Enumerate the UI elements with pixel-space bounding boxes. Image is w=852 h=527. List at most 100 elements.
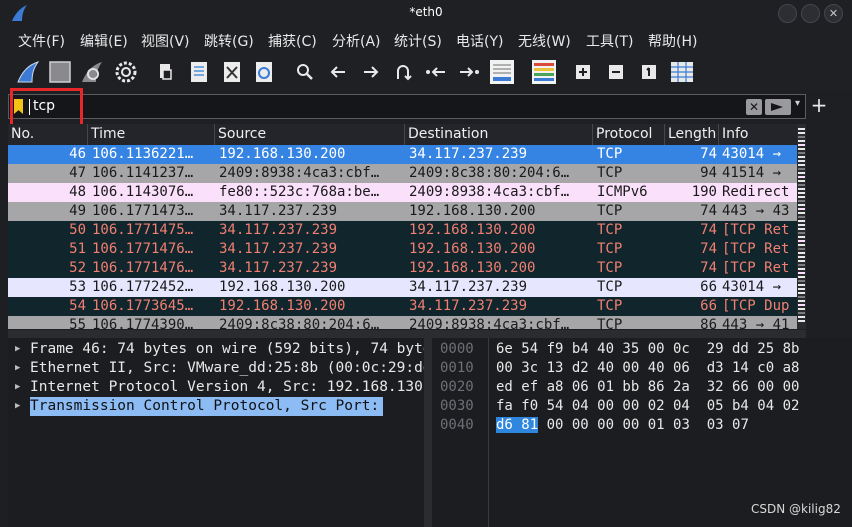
add-filter-button[interactable]: + bbox=[810, 93, 828, 117]
packet-cell-len: 74 bbox=[700, 146, 717, 162]
menu-view[interactable]: 视图(V) bbox=[141, 31, 190, 51]
reload-icon[interactable] bbox=[250, 58, 278, 86]
menu-capture[interactable]: 捕获(C) bbox=[268, 31, 317, 51]
packet-cell-time: 106.1771476… bbox=[92, 241, 194, 257]
packet-cell-no: 53 bbox=[69, 279, 86, 295]
column-header-info[interactable]: Info bbox=[719, 124, 806, 145]
expand-arrow-icon[interactable]: ▶ bbox=[15, 378, 20, 397]
column-header-no[interactable]: No. bbox=[8, 124, 88, 145]
filter-bookmark-icon[interactable] bbox=[14, 99, 23, 114]
display-filter-bar[interactable]: tcp ✕ ▾ bbox=[8, 94, 806, 119]
byte-row[interactable]: 0030 fa f0 54 04 00 00 02 04 05 b4 04 02 bbox=[432, 397, 852, 416]
column-header-source[interactable]: Source bbox=[215, 124, 405, 145]
packet-row[interactable]: 49 106.1771473… 34.117.237.239 192.168.130.… bbox=[8, 202, 806, 221]
pane-splitter-horizontal[interactable] bbox=[8, 330, 806, 338]
save-file-icon[interactable] bbox=[185, 58, 213, 86]
display-filter-input[interactable]: tcp bbox=[33, 98, 55, 114]
packet-cell-proto: TCP bbox=[597, 165, 623, 181]
scrollbar-minimap-stripe bbox=[798, 204, 805, 206]
filter-history-dropdown-icon[interactable]: ▾ bbox=[795, 98, 800, 109]
packet-cell-dst: 34.117.237.239 bbox=[409, 146, 528, 162]
column-header-destination[interactable]: Destination bbox=[405, 124, 593, 145]
scrollbar-minimap-stripe bbox=[798, 320, 805, 322]
menu-tools[interactable]: 工具(T) bbox=[586, 31, 633, 51]
colorize-icon[interactable] bbox=[530, 58, 558, 86]
menu-edit[interactable]: 编辑(E) bbox=[80, 31, 128, 51]
byte-row[interactable]: 0000 6e 54 f9 b4 40 35 00 0c 29 dd 25 8b bbox=[432, 340, 852, 359]
zoom-out-icon[interactable] bbox=[602, 58, 630, 86]
clear-filter-button[interactable]: ✕ bbox=[746, 99, 762, 115]
scrollbar-minimap-stripe bbox=[798, 308, 805, 310]
byte-row[interactable]: 0010 00 3c 13 d2 40 00 40 06 d3 14 c0 a8 bbox=[432, 359, 852, 378]
packet-row[interactable]: 52 106.1771476… 34.117.237.239 192.168.130.… bbox=[8, 259, 806, 278]
zoom-in-icon[interactable] bbox=[569, 58, 597, 86]
auto-scroll-icon[interactable] bbox=[488, 58, 516, 86]
packet-row[interactable]: 46 106.1136221… 192.168.130.200 34.117.237.… bbox=[8, 145, 806, 164]
detail-row-text: Transmission Control Protocol, Src Port: bbox=[30, 397, 384, 416]
pane-splitter-vertical[interactable] bbox=[424, 338, 432, 527]
detail-row-ethernet[interactable]: ▶ Ethernet II, Src: VMware_dd:25:8b (00:… bbox=[8, 359, 424, 378]
first-packet-icon[interactable] bbox=[422, 58, 450, 86]
byte-row[interactable]: 0040 d6 81 00 00 00 00 01 03 03 07 bbox=[432, 416, 852, 435]
apply-filter-button[interactable] bbox=[765, 99, 791, 115]
packet-list[interactable]: No. Time Source Destination Protocol Len… bbox=[8, 124, 806, 329]
scrollbar-minimap-stripe bbox=[798, 200, 805, 202]
byte-hex-highlight: d6 81 bbox=[496, 417, 539, 433]
resize-columns-icon[interactable] bbox=[668, 58, 696, 86]
column-header-length[interactable]: Length bbox=[665, 124, 719, 145]
open-file-icon[interactable] bbox=[152, 58, 180, 86]
last-packet-icon[interactable] bbox=[455, 58, 483, 86]
packet-row[interactable]: 47 106.1141237… 2409:8938:4ca3:cbf… 2409:8c… bbox=[8, 164, 806, 183]
detail-row-ipv4[interactable]: ▶ Internet Protocol Version 4, Src: 192.… bbox=[8, 378, 424, 397]
menu-telephony[interactable]: 电话(Y) bbox=[456, 31, 503, 51]
detail-row-frame[interactable]: ▶ Frame 46: 74 bytes on wire (592 bits),… bbox=[8, 340, 424, 359]
scrollbar-minimap-stripe bbox=[798, 152, 805, 154]
search-icon[interactable] bbox=[291, 58, 319, 86]
packet-cell-dst: 192.168.130.200 bbox=[409, 222, 536, 238]
close-file-icon[interactable] bbox=[218, 58, 246, 86]
expand-arrow-icon[interactable]: ▶ bbox=[15, 397, 20, 416]
expand-arrow-icon[interactable]: ▶ bbox=[15, 340, 20, 359]
restart-icon[interactable] bbox=[78, 58, 106, 86]
menu-statistics[interactable]: 统计(S) bbox=[394, 31, 442, 51]
go-to-packet-icon[interactable] bbox=[389, 58, 417, 86]
maximize-button[interactable] bbox=[801, 4, 820, 23]
close-button[interactable]: ✕ bbox=[824, 4, 843, 23]
packet-row[interactable]: 48 106.1143076… fe80::523c:768a:be… 2409:89… bbox=[8, 183, 806, 202]
detail-row-tcp[interactable]: ▶ Transmission Control Protocol, Src Por… bbox=[8, 397, 424, 416]
menu-go[interactable]: 跳转(G) bbox=[204, 31, 254, 51]
scrollbar-minimap-stripe bbox=[798, 264, 805, 266]
packet-cell-time: 106.1771476… bbox=[92, 260, 194, 276]
packet-list-scrollbar[interactable] bbox=[797, 124, 806, 329]
scrollbar-minimap-stripe bbox=[798, 316, 805, 318]
minimize-button[interactable] bbox=[778, 4, 797, 23]
menu-help[interactable]: 帮助(H) bbox=[648, 31, 697, 51]
menu-file[interactable]: 文件(F) bbox=[18, 31, 65, 51]
packet-row[interactable]: 51 106.1771476… 34.117.237.239 192.168.130.… bbox=[8, 240, 806, 259]
stop-icon[interactable] bbox=[46, 58, 74, 86]
byte-row[interactable]: 0020 ed ef a8 06 01 bb 86 2a 32 66 00 00 bbox=[432, 378, 852, 397]
normal-size-icon[interactable] bbox=[635, 58, 663, 86]
packet-cell-time: 106.1771475… bbox=[92, 222, 194, 238]
byte-hex: 00 3c 13 d2 40 00 40 06 d3 14 c0 a8 bbox=[496, 359, 799, 378]
expand-arrow-icon[interactable]: ▶ bbox=[15, 359, 20, 378]
packet-cell-time: 106.1141237… bbox=[92, 165, 194, 181]
packet-row[interactable]: 50 106.1771475… 34.117.237.239 192.168.130.… bbox=[8, 221, 806, 240]
packet-cell-no: 47 bbox=[69, 165, 86, 181]
shark-fin-start-icon[interactable] bbox=[14, 58, 42, 86]
packet-details-pane[interactable]: ▶ Frame 46: 74 bytes on wire (592 bits),… bbox=[8, 338, 424, 527]
packet-bytes-pane[interactable]: 0000 6e 54 f9 b4 40 35 00 0c 29 dd 25 8b 0… bbox=[432, 338, 852, 527]
packet-row[interactable]: 53 106.1772452… 192.168.130.200 34.117.237.… bbox=[8, 278, 806, 297]
column-header-time[interactable]: Time bbox=[88, 124, 215, 145]
packet-row[interactable]: 54 106.1773645… 192.168.130.200 34.117.237.… bbox=[8, 297, 806, 316]
byte-offset: 0030 bbox=[440, 398, 474, 414]
go-forward-icon[interactable] bbox=[357, 58, 385, 86]
packet-row[interactable]: 55 106.1774390… 2409:8c38:80:204:6… 2409:89… bbox=[8, 316, 806, 329]
column-header-protocol[interactable]: Protocol bbox=[593, 124, 665, 145]
packet-cell-time: 106.1771473… bbox=[92, 203, 194, 219]
go-back-icon[interactable] bbox=[324, 58, 352, 86]
options-gear-icon[interactable] bbox=[112, 58, 140, 86]
menu-wireless[interactable]: 无线(W) bbox=[518, 31, 571, 51]
byte-offset: 0000 bbox=[440, 341, 474, 357]
menu-analyze[interactable]: 分析(A) bbox=[332, 31, 381, 51]
